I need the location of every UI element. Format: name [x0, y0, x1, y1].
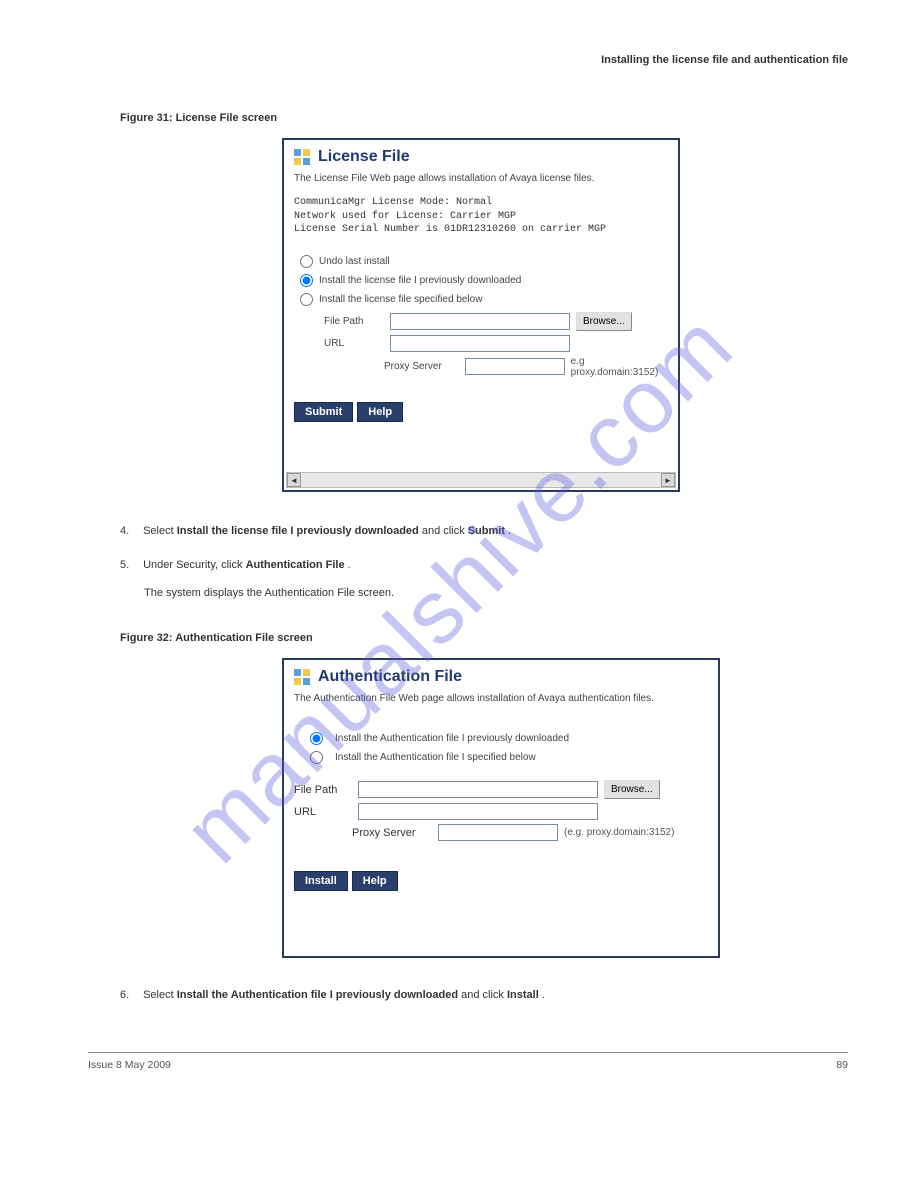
step-text: Select: [143, 989, 177, 1001]
proxy-input[interactable]: [465, 358, 565, 375]
license-status-text: CommunicaMgr License Mode: Normal Networ…: [294, 196, 668, 237]
option-install-specified[interactable]: Install the license file specified below: [294, 293, 668, 306]
step-text: The system displays the Authentication F…: [144, 587, 394, 599]
step-text: Select: [143, 525, 177, 537]
help-button[interactable]: Help: [357, 402, 403, 422]
step-text: .: [542, 989, 545, 1001]
filepath-input[interactable]: [390, 313, 570, 330]
avaya-logo-icon: [294, 149, 310, 165]
step-number: 5.: [120, 558, 140, 574]
page-footer: Issue 8 May 2009 89: [88, 1052, 848, 1071]
url-label: URL: [294, 806, 352, 818]
step-text-bold: Authentication File: [246, 559, 345, 571]
radio-previous[interactable]: [310, 732, 323, 745]
filepath-label: File Path: [324, 316, 384, 327]
panel-title: License File: [318, 148, 410, 166]
proxy-label: Proxy Server: [352, 827, 432, 839]
step-text-bold: Install the Authentication file I previo…: [177, 989, 458, 1001]
help-button[interactable]: Help: [352, 871, 398, 891]
panel-description: The Authentication File Web page allows …: [294, 692, 708, 706]
avaya-logo-icon: [294, 669, 310, 685]
proxy-input[interactable]: [438, 824, 558, 841]
proxy-hint: e.g proxy.domain:3152): [571, 356, 668, 378]
file-fields-group: File Path Browse... URL Proxy Server e.g…: [324, 312, 668, 378]
url-label: URL: [324, 338, 384, 349]
panel-description: The License File Web page allows install…: [294, 172, 668, 186]
radio-previous[interactable]: [300, 274, 313, 287]
step-5: 5. Under Security, click Authentication …: [120, 558, 760, 574]
browse-button[interactable]: Browse...: [604, 780, 660, 799]
submit-button[interactable]: Submit: [294, 402, 353, 422]
radio-label: Install the license file specified below: [319, 294, 482, 305]
option-install-specified[interactable]: Install the Authentication file I specif…: [304, 751, 708, 764]
scroll-left-arrow-icon[interactable]: ◄: [287, 473, 301, 487]
step-number: 6.: [120, 988, 140, 1004]
proxy-hint: (e.g. proxy.domain:3152): [564, 827, 674, 838]
step-text: and click: [461, 989, 507, 1001]
radio-specified[interactable]: [300, 293, 313, 306]
step-text-bold: Install: [507, 989, 539, 1001]
option-undo-last-install[interactable]: Undo last install: [294, 255, 668, 268]
step-text-bold: Submit: [468, 525, 505, 537]
radio-label: Install the Authentication file I previo…: [335, 733, 569, 744]
browse-button[interactable]: Browse...: [576, 312, 632, 331]
panel-title: Authentication File: [318, 668, 462, 686]
install-button[interactable]: Install: [294, 871, 348, 891]
footer-issue: Issue 8 May 2009: [88, 1059, 171, 1071]
step-text: .: [348, 559, 351, 571]
step-6: 6. Select Install the Authentication fil…: [120, 988, 760, 1004]
filepath-label: File Path: [294, 784, 352, 796]
radio-undo[interactable]: [300, 255, 313, 268]
step-5-result: The system displays the Authentication F…: [144, 586, 764, 602]
proxy-label: Proxy Server: [384, 361, 459, 372]
url-input[interactable]: [390, 335, 570, 352]
step-text: Under Security, click: [143, 559, 246, 571]
figure-caption-2: Figure 32: Authentication File screen: [120, 632, 313, 644]
step-text-bold: Install the license file I previously do…: [177, 525, 419, 537]
horizontal-scrollbar[interactable]: ◄ ►: [286, 472, 676, 488]
radio-label: Install the Authentication file I specif…: [335, 752, 536, 763]
step-text: .: [508, 525, 511, 537]
step-number: 4.: [120, 524, 140, 540]
license-file-panel: License File The License File Web page a…: [282, 138, 680, 492]
step-text: and click: [422, 525, 468, 537]
authentication-file-panel: Authentication File The Authentication F…: [282, 658, 720, 958]
scroll-right-arrow-icon[interactable]: ►: [661, 473, 675, 487]
option-install-previous[interactable]: Install the license file I previously do…: [294, 274, 668, 287]
radio-specified[interactable]: [310, 751, 323, 764]
scroll-track[interactable]: [301, 473, 661, 487]
figure-caption-1: Figure 31: License File screen: [120, 112, 277, 124]
radio-label: Install the license file I previously do…: [319, 275, 521, 286]
url-input[interactable]: [358, 803, 598, 820]
option-install-previous[interactable]: Install the Authentication file I previo…: [304, 732, 708, 745]
filepath-input[interactable]: [358, 781, 598, 798]
radio-label: Undo last install: [319, 256, 390, 267]
step-4: 4. Select Install the license file I pre…: [120, 524, 760, 540]
footer-page-number: 89: [836, 1059, 848, 1071]
chapter-heading: Installing the license file and authenti…: [601, 54, 848, 66]
